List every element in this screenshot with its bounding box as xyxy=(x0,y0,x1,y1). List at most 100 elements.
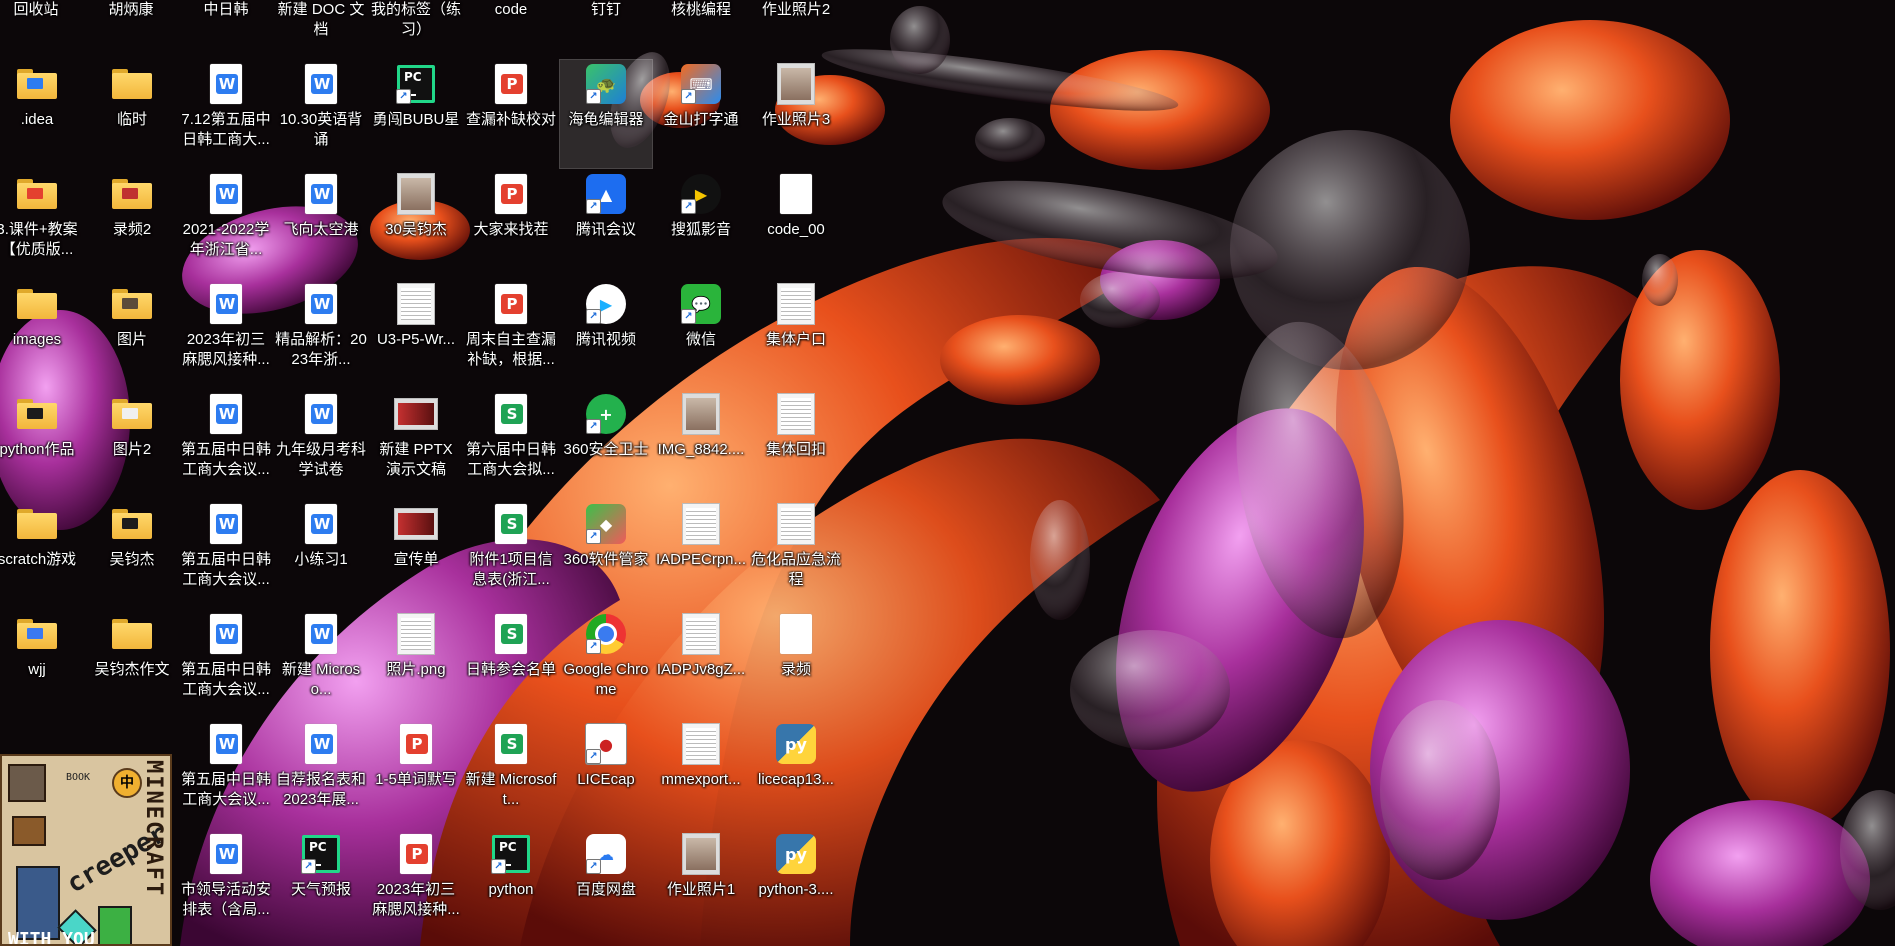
desktop-item[interactable]: S 附件1项目信息表(浙江... xyxy=(465,500,557,608)
minecraft-widget[interactable]: BOOK 中 creeper MINECRAFT WITH YOU xyxy=(0,754,172,946)
desktop-item[interactable]: code_00 xyxy=(750,170,842,278)
desktop-item[interactable]: ↗ Google Chrome xyxy=(560,610,652,718)
desktop-item[interactable]: ▲ ↗ 腾讯会议 xyxy=(560,170,652,278)
photo-icon xyxy=(774,62,818,106)
desktop-item-label: 360安全卫士 xyxy=(563,441,649,458)
desktop-item[interactable]: scratch游戏 xyxy=(0,500,83,608)
desktop-item[interactable]: 吴钧杰 xyxy=(86,500,178,608)
desktop-item[interactable]: W 自荐报名表和2023年展... xyxy=(275,720,367,828)
desktop-item[interactable]: 作业照片3 xyxy=(750,60,842,168)
desktop-item[interactable]: 作业照片1 xyxy=(655,830,747,938)
desktop-item[interactable]: W 小练习1 xyxy=(275,500,367,608)
desktop-item[interactable]: ☁ ↗ 百度网盘 xyxy=(560,830,652,938)
desktop-item[interactable]: 新建 PPTX 演示文稿 xyxy=(370,390,462,498)
desktop-item[interactable]: W 第五届中日韩工商大会议... xyxy=(180,390,272,498)
desktop-item[interactable]: ⌨ ↗ 金山打字通 xyxy=(655,60,747,168)
pycharm-icon: PC ↗ xyxy=(299,832,343,876)
desktop-item-label: 7.12第五届中日韩工商大... xyxy=(181,111,271,148)
desktop-item[interactable]: 3.课件+教案【优质版... xyxy=(0,170,83,278)
desktop-item[interactable]: 临时 xyxy=(86,60,178,168)
word-doc-icon: W xyxy=(204,832,248,876)
desktop-item-label: 照片.png xyxy=(386,661,446,678)
desktop-item[interactable]: W 2021-2022学年浙江省... xyxy=(180,170,272,278)
folder-icon xyxy=(110,612,154,656)
image-file-icon xyxy=(394,612,438,656)
desktop-item[interactable]: W 10.30英语背诵 xyxy=(275,60,367,168)
desktop-item[interactable]: python作品 xyxy=(0,390,83,498)
desktop-item[interactable]: IADPJv8gZ... xyxy=(655,610,747,718)
desktop-item[interactable]: 照片.png xyxy=(370,610,462,718)
desktop-item-label: 周末自主查漏补缺，根据... xyxy=(465,331,556,368)
desktop-item[interactable]: W 第五届中日韩工商大会议... xyxy=(180,720,272,828)
desktop-item[interactable]: PC ↗ 天气预报 xyxy=(275,830,367,938)
desktop-item[interactable]: ▶ ↗ 腾讯视频 xyxy=(560,280,652,388)
desktop-item[interactable]: + ↗ 360安全卫士 xyxy=(560,390,652,498)
desktop-item[interactable]: W 精品解析：2023年浙... xyxy=(275,280,367,388)
desktop-item-label: 30吴钧杰 xyxy=(385,221,447,238)
desktop-item[interactable]: P 2023年初三麻腮风接种... xyxy=(370,830,462,938)
desktop-item[interactable]: 集体回扣 xyxy=(750,390,842,498)
desktop-item[interactable]: S 第六届中日韩工商大会拟... xyxy=(465,390,557,498)
desktop-item-label: code_00 xyxy=(767,221,825,238)
desktop-item[interactable]: W 第五届中日韩工商大会议... xyxy=(180,610,272,718)
desktop-item[interactable]: W 7.12第五届中日韩工商大... xyxy=(180,60,272,168)
desktop-item[interactable]: P 1-5单词默写 xyxy=(370,720,462,828)
image-file-icon xyxy=(774,392,818,436)
desktop-item[interactable]: IADPECrpn... xyxy=(655,500,747,608)
desktop-item[interactable]: 录频2 xyxy=(86,170,178,278)
desktop-item-label: 吴钧杰作文 xyxy=(94,661,170,678)
desktop-item[interactable]: PC ↗ python xyxy=(465,830,557,938)
desktop-item[interactable]: 危化品应急流程 xyxy=(750,500,842,608)
shortcut-arrow-icon: ↗ xyxy=(301,859,316,874)
desktop-item[interactable]: 30吴钧杰 xyxy=(370,170,462,278)
shortcut-arrow-icon: ↗ xyxy=(681,89,696,104)
desktop-item[interactable]: 吴钧杰作文 xyxy=(86,610,178,718)
desktop-item[interactable]: S 日韩参会名单 xyxy=(465,610,557,718)
desktop-item-label: 勇闯BUBU星 xyxy=(372,111,460,128)
desktop-item[interactable]: W 九年级月考科学试卷 xyxy=(275,390,367,498)
desktop-item[interactable]: 💬 ↗ 微信 xyxy=(655,280,747,388)
desktop-item[interactable]: W 市领导活动安排表（含局... xyxy=(180,830,272,938)
desktop-item-label: 危化品应急流程 xyxy=(750,551,841,588)
desktop-item[interactable]: .idea xyxy=(0,60,83,168)
desktop-item-label: 宣传单 xyxy=(393,551,439,568)
desktop-item[interactable]: S 新建 Microsoft... xyxy=(465,720,557,828)
desktop-item-label: Google Chrome xyxy=(563,661,649,698)
desktop-item[interactable]: 录频 xyxy=(750,610,842,718)
desktop-item[interactable]: W 2023年初三麻腮风接种... xyxy=(180,280,272,388)
desktop-item[interactable]: U3-P5-Wr... xyxy=(370,280,462,388)
desktop-item[interactable]: ▶ ↗ 搜狐影音 xyxy=(655,170,747,278)
desktop-item[interactable]: 集体户口 xyxy=(750,280,842,388)
desktop-item[interactable]: py licecap13... xyxy=(750,720,842,828)
desktop-item[interactable]: P 大家来找茬 xyxy=(465,170,557,278)
desktop-item[interactable]: mmexport... xyxy=(655,720,747,828)
desktop-item[interactable]: ◆ ↗ 360软件管家 xyxy=(560,500,652,608)
desktop-item[interactable]: P 周末自主查漏补缺，根据... xyxy=(465,280,557,388)
desktop-item-label: 金山打字通 xyxy=(663,111,739,128)
desktop-item[interactable]: wjj xyxy=(0,610,83,718)
desktop-item-label: images xyxy=(12,331,62,348)
desktop-item[interactable]: IMG_8842.... xyxy=(655,390,747,498)
word-doc-icon: W xyxy=(299,172,343,216)
desktop-item[interactable]: ● ↗ LICEcap xyxy=(560,720,652,828)
desktop-item[interactable]: W 飞向太空港 xyxy=(275,170,367,278)
folder-badge-icon xyxy=(27,188,43,199)
desktop-item[interactable]: 🐢 ↗ 海龟编辑器 xyxy=(559,59,653,169)
desktop-item[interactable]: 宣传单 xyxy=(370,500,462,608)
word-doc-icon: W xyxy=(204,392,248,436)
desktop-item[interactable]: W 第五届中日韩工商大会议... xyxy=(180,500,272,608)
desktop-item[interactable]: PC ↗ 勇闯BUBU星 xyxy=(370,60,462,168)
desktop-item[interactable]: W 新建 Microso... xyxy=(275,610,367,718)
python-installer-icon: py xyxy=(774,722,818,766)
desktop-item-label: .idea xyxy=(20,111,54,128)
folder-badge-icon xyxy=(27,78,43,89)
desktop-item[interactable]: P 查漏补缺校对 xyxy=(465,60,557,168)
desktop-item[interactable]: images xyxy=(0,280,83,388)
desktop-item[interactable]: 图片 xyxy=(86,280,178,388)
desktop-item-label: 新建 Microsoft... xyxy=(465,771,557,808)
desktop-item[interactable]: py python-3.... xyxy=(750,830,842,938)
desktop-item-label: 2023年初三麻腮风接种... xyxy=(182,331,270,368)
desktop-item[interactable]: 图片2 xyxy=(86,390,178,498)
desktop-item-label: IADPJv8gZ... xyxy=(656,661,746,678)
folder-badge-icon xyxy=(27,628,43,639)
